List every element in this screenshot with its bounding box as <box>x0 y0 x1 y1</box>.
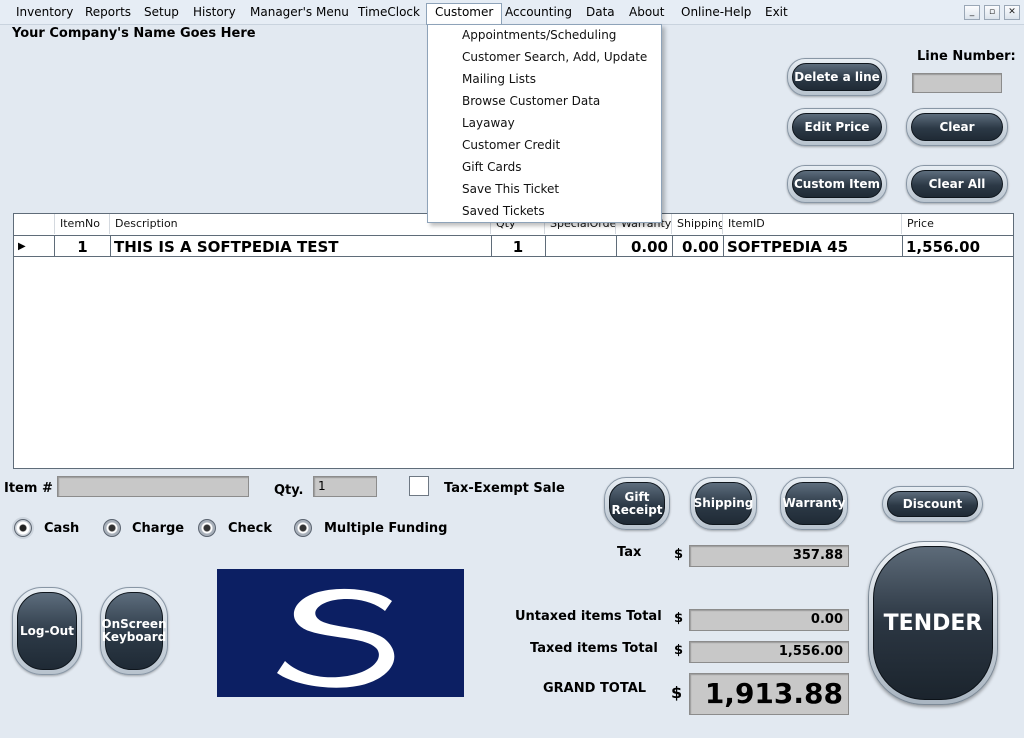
company-name: Your Company's Name Goes Here <box>12 26 256 41</box>
item-number-label: Item # <box>4 481 53 496</box>
minimize-icon[interactable]: _ <box>964 5 980 20</box>
multiple-funding-radio[interactable] <box>294 519 312 537</box>
custom-item-button-label: Custom Item <box>792 170 882 198</box>
menu-item-saved-tickets[interactable]: Saved Tickets <box>462 201 545 221</box>
clear-all-button[interactable]: Clear All <box>906 165 1008 203</box>
column-header-shipping[interactable]: Shipping <box>673 214 723 234</box>
logo-s-icon <box>277 588 395 688</box>
check-radio[interactable] <box>198 519 216 537</box>
warranty-button-label: Warranty <box>783 482 845 525</box>
tax-exempt-checkbox[interactable] <box>409 476 429 496</box>
multiple-funding-radio-label: Multiple Funding <box>324 521 448 536</box>
ticket-grid: ItemNo Description Qty SpecialOrder Warr… <box>13 213 1014 469</box>
delete-line-button-label: Delete a line <box>792 63 882 91</box>
company-logo <box>217 569 464 697</box>
gift-receipt-button-label: Gift Receipt <box>609 482 665 525</box>
cell-special-order[interactable] <box>545 235 617 257</box>
taxed-total-field: 1,556.00 <box>689 641 849 663</box>
grid-corner <box>14 214 55 234</box>
discount-button-label: Discount <box>887 491 978 517</box>
menu-item-save-ticket[interactable]: Save This Ticket <box>462 179 559 199</box>
untaxed-currency: $ <box>674 611 684 626</box>
tender-button-label: TENDER <box>873 546 993 700</box>
menu-item-mailing-lists[interactable]: Mailing Lists <box>462 69 536 89</box>
cell-itemno[interactable]: 1 <box>55 235 111 257</box>
menu-item-customer-search[interactable]: Customer Search, Add, Update <box>462 47 647 67</box>
menu-customer[interactable]: Customer <box>426 3 503 25</box>
qty-label: Qty. <box>274 483 304 498</box>
grand-total-field: 1,913.88 <box>689 673 849 715</box>
log-out-button-label: Log-Out <box>17 592 77 670</box>
charge-radio-label: Charge <box>132 521 185 536</box>
charge-radio[interactable] <box>103 519 121 537</box>
menu-exit[interactable]: Exit <box>757 4 796 23</box>
gift-receipt-button[interactable]: Gift Receipt <box>604 477 670 530</box>
menu-managers-menu[interactable]: Manager's Menu <box>242 4 357 23</box>
menu-bar: Inventory Reports Setup History Manager'… <box>0 0 1024 25</box>
column-header-price[interactable]: Price <box>903 214 1013 234</box>
shipping-button-label: Shipping <box>694 482 753 525</box>
grand-total-label: GRAND TOTAL <box>543 681 647 696</box>
clear-button[interactable]: Clear <box>906 108 1008 146</box>
tax-field: 357.88 <box>689 545 849 567</box>
menu-online-help[interactable]: Online-Help <box>673 4 759 23</box>
menu-item-appointments[interactable]: Appointments/Scheduling <box>462 25 616 45</box>
menu-setup[interactable]: Setup <box>136 4 187 23</box>
taxed-total-label: Taxed items Total <box>530 641 658 656</box>
log-out-button[interactable]: Log-Out <box>12 587 82 675</box>
cell-description[interactable]: THIS IS A SOFTPEDIA TEST <box>110 235 492 257</box>
menu-about[interactable]: About <box>621 4 672 23</box>
menu-item-gift-cards[interactable]: Gift Cards <box>462 157 522 177</box>
cash-radio-label: Cash <box>44 521 80 536</box>
item-number-input[interactable] <box>57 476 249 497</box>
close-icon[interactable]: ✕ <box>1004 5 1020 20</box>
edit-price-button-label: Edit Price <box>792 113 882 141</box>
row-selector-icon[interactable]: ▶ <box>14 235 55 257</box>
tender-button[interactable]: TENDER <box>868 541 998 705</box>
cell-itemid[interactable]: SOFTPEDIA 45 <box>723 235 903 257</box>
restore-icon[interactable]: ▫ <box>984 5 1000 20</box>
tax-currency: $ <box>674 547 684 562</box>
menu-timeclock[interactable]: TimeClock <box>350 4 428 23</box>
cell-qty[interactable]: 1 <box>491 235 546 257</box>
onscreen-keyboard-button[interactable]: OnScreen Keyboard <box>100 587 168 675</box>
line-number-label: Line Number: <box>917 49 1016 64</box>
tax-exempt-label: Tax-Exempt Sale <box>444 481 565 496</box>
column-header-itemno[interactable]: ItemNo <box>56 214 110 234</box>
cell-shipping[interactable]: 0.00 <box>672 235 724 257</box>
clear-all-button-label: Clear All <box>911 170 1003 198</box>
untaxed-total-label: Untaxed items Total <box>515 609 662 624</box>
menu-item-browse-customer[interactable]: Browse Customer Data <box>462 91 600 111</box>
line-number-field[interactable] <box>912 73 1002 93</box>
clear-button-label: Clear <box>911 113 1003 141</box>
check-radio-label: Check <box>228 521 272 536</box>
cell-warranty[interactable]: 0.00 <box>616 235 673 257</box>
onscreen-keyboard-button-label: OnScreen Keyboard <box>101 592 167 670</box>
cash-radio[interactable] <box>14 519 32 537</box>
menu-reports[interactable]: Reports <box>77 4 139 23</box>
qty-input[interactable]: 1 <box>313 476 377 497</box>
delete-line-button[interactable]: Delete a line <box>787 58 887 96</box>
column-header-itemid[interactable]: ItemID <box>724 214 902 234</box>
grand-total-currency: $ <box>671 683 683 702</box>
untaxed-total-field: 0.00 <box>689 609 849 631</box>
shipping-button[interactable]: Shipping <box>690 477 757 530</box>
menu-item-layaway[interactable]: Layaway <box>462 113 515 133</box>
customer-menu-dropdown: Appointments/Scheduling Customer Search,… <box>427 24 662 223</box>
custom-item-button[interactable]: Custom Item <box>787 165 887 203</box>
taxed-currency: $ <box>674 643 684 658</box>
menu-history[interactable]: History <box>185 4 244 23</box>
menu-accounting[interactable]: Accounting <box>497 4 580 23</box>
menu-item-customer-credit[interactable]: Customer Credit <box>462 135 560 155</box>
menu-inventory[interactable]: Inventory <box>8 4 81 23</box>
cell-price[interactable]: 1,556.00 <box>902 235 1013 257</box>
tax-label: Tax <box>617 545 642 560</box>
warranty-button[interactable]: Warranty <box>780 477 848 530</box>
edit-price-button[interactable]: Edit Price <box>787 108 887 146</box>
menu-data[interactable]: Data <box>578 4 623 23</box>
discount-button[interactable]: Discount <box>882 486 983 522</box>
